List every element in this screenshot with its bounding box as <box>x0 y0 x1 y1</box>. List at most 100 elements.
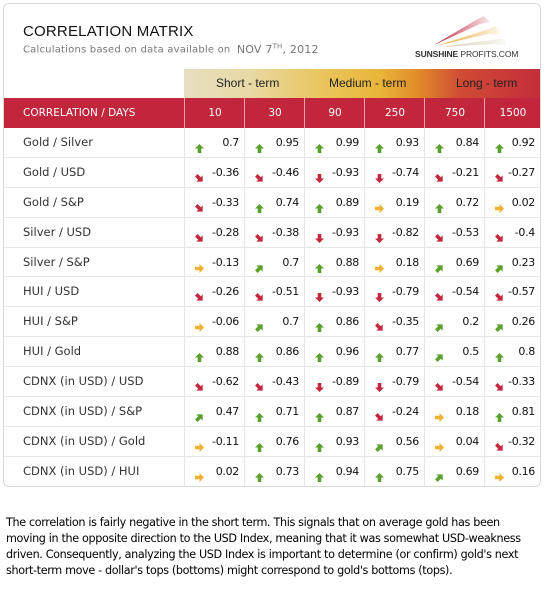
correlation-cell: -0.46 <box>244 157 304 187</box>
arrow-down-icon <box>375 377 384 393</box>
table-row: HUI / S&P -0.06 0.7 0.86 -0.35 0.2 0.26 <box>4 307 540 338</box>
arrow-up-right-icon <box>255 258 264 273</box>
correlation-cell: 0.56 <box>364 426 424 456</box>
arrow-down-right-icon <box>195 228 204 242</box>
correlation-value: 0.77 <box>395 345 420 359</box>
arrow-down-right-icon <box>195 168 204 182</box>
arrow-down-icon <box>315 287 324 303</box>
correlation-value: 0.2 <box>462 315 479 329</box>
correlation-value: -0.57 <box>508 285 535 299</box>
correlation-value: 0.93 <box>395 136 420 149</box>
arrow-down-right-icon <box>495 437 504 451</box>
table-row: HUI / USD -0.26 -0.51 -0.93 -0.79 -0.54 -0.57 <box>4 277 540 308</box>
correlation-cell: 0.93 <box>304 426 364 456</box>
arrow-up-icon <box>315 347 324 363</box>
correlation-value: 0.8 <box>518 345 535 359</box>
correlation-cell: -0.24 <box>364 397 424 427</box>
correlation-value: 0.18 <box>455 405 480 419</box>
arrow-up-icon <box>195 138 204 153</box>
correlation-value: -0.33 <box>212 195 239 209</box>
table-row: CDNX (in USD) / Gold -0.11 0.76 0.93 0.56 0.0… <box>4 426 540 457</box>
arrow-up-right-icon <box>255 317 264 333</box>
correlation-value: 0.56 <box>395 434 420 448</box>
row-label: CDNX (in USD) / HUI <box>23 463 140 478</box>
arrow-down-icon <box>315 228 324 243</box>
subtitle: Calculations based on data available on … <box>23 42 319 56</box>
arrow-up-icon <box>255 347 264 363</box>
correlation-cell: 0.77 <box>364 337 424 367</box>
correlation-cell: 0.19 <box>364 187 424 217</box>
correlation-cell: 0.47 <box>184 397 244 427</box>
correlation-cell: -0.36 <box>184 157 244 187</box>
correlation-value: 0.72 <box>455 195 480 209</box>
correlation-value: -0.27 <box>508 165 535 179</box>
correlation-cell: 0.74 <box>244 187 304 217</box>
correlation-matrix-card: CORRELATION MATRIX Calculations based on… <box>3 3 541 487</box>
arrow-down-icon <box>375 287 384 303</box>
correlation-cell: 0.04 <box>424 426 484 456</box>
correlation-value: 0.02 <box>511 195 536 209</box>
arrow-up-icon <box>255 407 264 423</box>
arrow-down-right-icon <box>255 228 264 242</box>
correlation-cell: 0.69 <box>424 456 484 486</box>
correlation-cell: 0.87 <box>304 397 364 427</box>
arrow-up-right-icon <box>495 317 504 333</box>
correlation-cell: 0.23 <box>484 247 540 277</box>
arrow-up-right-icon <box>435 467 444 482</box>
row-label: Gold / S&P <box>23 194 84 209</box>
arrow-down-right-icon <box>375 407 384 421</box>
column-header: 10 <box>184 98 245 128</box>
correlation-cell: 0.86 <box>244 337 304 367</box>
logo-bold: SUNSHINE <box>415 49 459 59</box>
correlation-cell: -0.21 <box>424 157 484 187</box>
arrow-right-icon <box>195 258 204 273</box>
correlation-cell: 0.26 <box>484 307 540 337</box>
row-label: HUI / Gold <box>23 344 82 359</box>
correlation-value: -0.74 <box>392 165 419 179</box>
row-label: Silver / S&P <box>23 254 90 269</box>
row-label: CDNX (in USD) / Gold <box>23 433 146 448</box>
column-header: 1500 <box>484 98 540 128</box>
date-suffix: TH <box>272 42 283 50</box>
correlation-value: 0.19 <box>395 195 420 209</box>
arrow-up-icon <box>255 138 264 153</box>
correlation-cell: 0.99 <box>304 128 364 157</box>
table-row: Silver / S&P -0.13 0.7 0.88 0.18 0.69 0.23 <box>4 247 540 278</box>
column-header: 30 <box>244 98 305 128</box>
correlation-value: -0.38 <box>272 225 299 239</box>
correlation-cell: -0.51 <box>244 277 304 307</box>
correlation-cell: -0.33 <box>184 187 244 217</box>
correlation-value: 0.69 <box>455 464 480 478</box>
page-title: CORRELATION MATRIX <box>23 23 194 40</box>
column-header: 250 <box>364 98 425 128</box>
correlation-cell: -0.43 <box>244 367 304 397</box>
correlation-value: -0.53 <box>452 225 479 239</box>
correlation-cell: -0.93 <box>304 157 364 187</box>
date-main: NOV 7 <box>236 42 273 56</box>
subtitle-text: Calculations based on data available on <box>23 44 231 56</box>
correlation-cell: -0.27 <box>484 157 540 187</box>
table-header: CORRELATION / DAYS 10 30 90 250 750 1500 <box>4 98 540 128</box>
arrow-up-right-icon <box>375 437 384 452</box>
correlation-cell: 0.89 <box>304 187 364 217</box>
arrow-up-icon <box>315 138 324 153</box>
correlation-cell: -0.74 <box>364 157 424 187</box>
sunshine-profits-logo: SUNSHINE PROFITS.COM <box>404 12 539 64</box>
correlation-value: -0.4 <box>514 225 536 239</box>
commentary-text: The correlation is fairly negative in th… <box>6 516 521 577</box>
arrow-up-icon <box>315 198 324 213</box>
arrow-down-right-icon <box>255 168 264 182</box>
table-row: CDNX (in USD) / USD -0.62 -0.43 -0.89 -0.79 -… <box>4 367 540 398</box>
correlation-cell: 0.96 <box>304 337 364 367</box>
correlation-value: -0.43 <box>272 375 299 389</box>
arrow-down-right-icon <box>435 287 444 302</box>
correlation-value: -0.21 <box>452 165 479 179</box>
arrow-right-icon <box>195 437 204 452</box>
arrow-up-icon <box>375 467 384 482</box>
arrow-up-right-icon <box>435 317 444 333</box>
corner-label: CORRELATION / DAYS <box>23 107 136 119</box>
arrow-down-right-icon <box>195 377 204 391</box>
arrow-right-icon <box>495 198 504 213</box>
arrow-up-icon <box>495 347 504 363</box>
correlation-value: 0.95 <box>275 136 300 149</box>
